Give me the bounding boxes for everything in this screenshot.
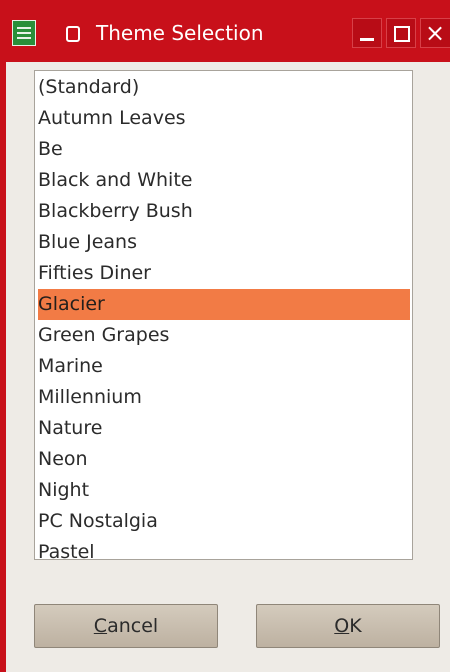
window-menu-icon[interactable] xyxy=(56,19,88,47)
theme-list-item[interactable]: Night xyxy=(38,475,410,506)
ok-mnemonic: O xyxy=(334,615,350,637)
maximize-icon[interactable] xyxy=(386,18,416,48)
theme-list-item[interactable]: Fifties Diner xyxy=(38,258,410,289)
theme-list-item[interactable]: Nature xyxy=(38,413,410,444)
cancel-button[interactable]: Cancel xyxy=(34,604,218,648)
spreadsheet-icon xyxy=(12,20,36,46)
theme-list-item[interactable]: Marine xyxy=(38,351,410,382)
theme-list-item[interactable]: PC Nostalgia xyxy=(38,506,410,537)
theme-list-item[interactable]: (Standard) xyxy=(38,72,410,103)
close-icon[interactable]: × xyxy=(420,18,450,48)
theme-list-item[interactable]: Glacier xyxy=(38,289,410,320)
theme-list-item[interactable]: Neon xyxy=(38,444,410,475)
ok-button[interactable]: OK xyxy=(256,604,440,648)
window-title: Theme Selection xyxy=(96,21,264,45)
cancel-mnemonic: C xyxy=(93,615,108,637)
ok-label: K xyxy=(349,615,362,637)
theme-list-item[interactable]: Autumn Leaves xyxy=(38,103,410,134)
theme-selection-dialog: (Standard) Autumn Leaves Be Black and White… xyxy=(6,62,450,672)
theme-list-item[interactable]: Millennium xyxy=(38,382,410,413)
theme-list-item[interactable]: Black and White xyxy=(38,165,410,196)
cancel-label: ancel xyxy=(107,615,159,637)
theme-list[interactable]: (Standard) Autumn Leaves Be Black and White… xyxy=(34,70,413,560)
theme-list-item[interactable]: Be xyxy=(38,134,410,165)
theme-list-item[interactable]: Blue Jeans xyxy=(38,227,410,258)
theme-list-item[interactable]: Blackberry Bush xyxy=(38,196,410,227)
minimize-icon[interactable] xyxy=(352,18,382,48)
theme-list-item[interactable]: Pastel xyxy=(38,537,410,559)
theme-list-item[interactable]: Green Grapes xyxy=(38,320,410,351)
title-bar: Theme Selection × xyxy=(0,0,450,62)
